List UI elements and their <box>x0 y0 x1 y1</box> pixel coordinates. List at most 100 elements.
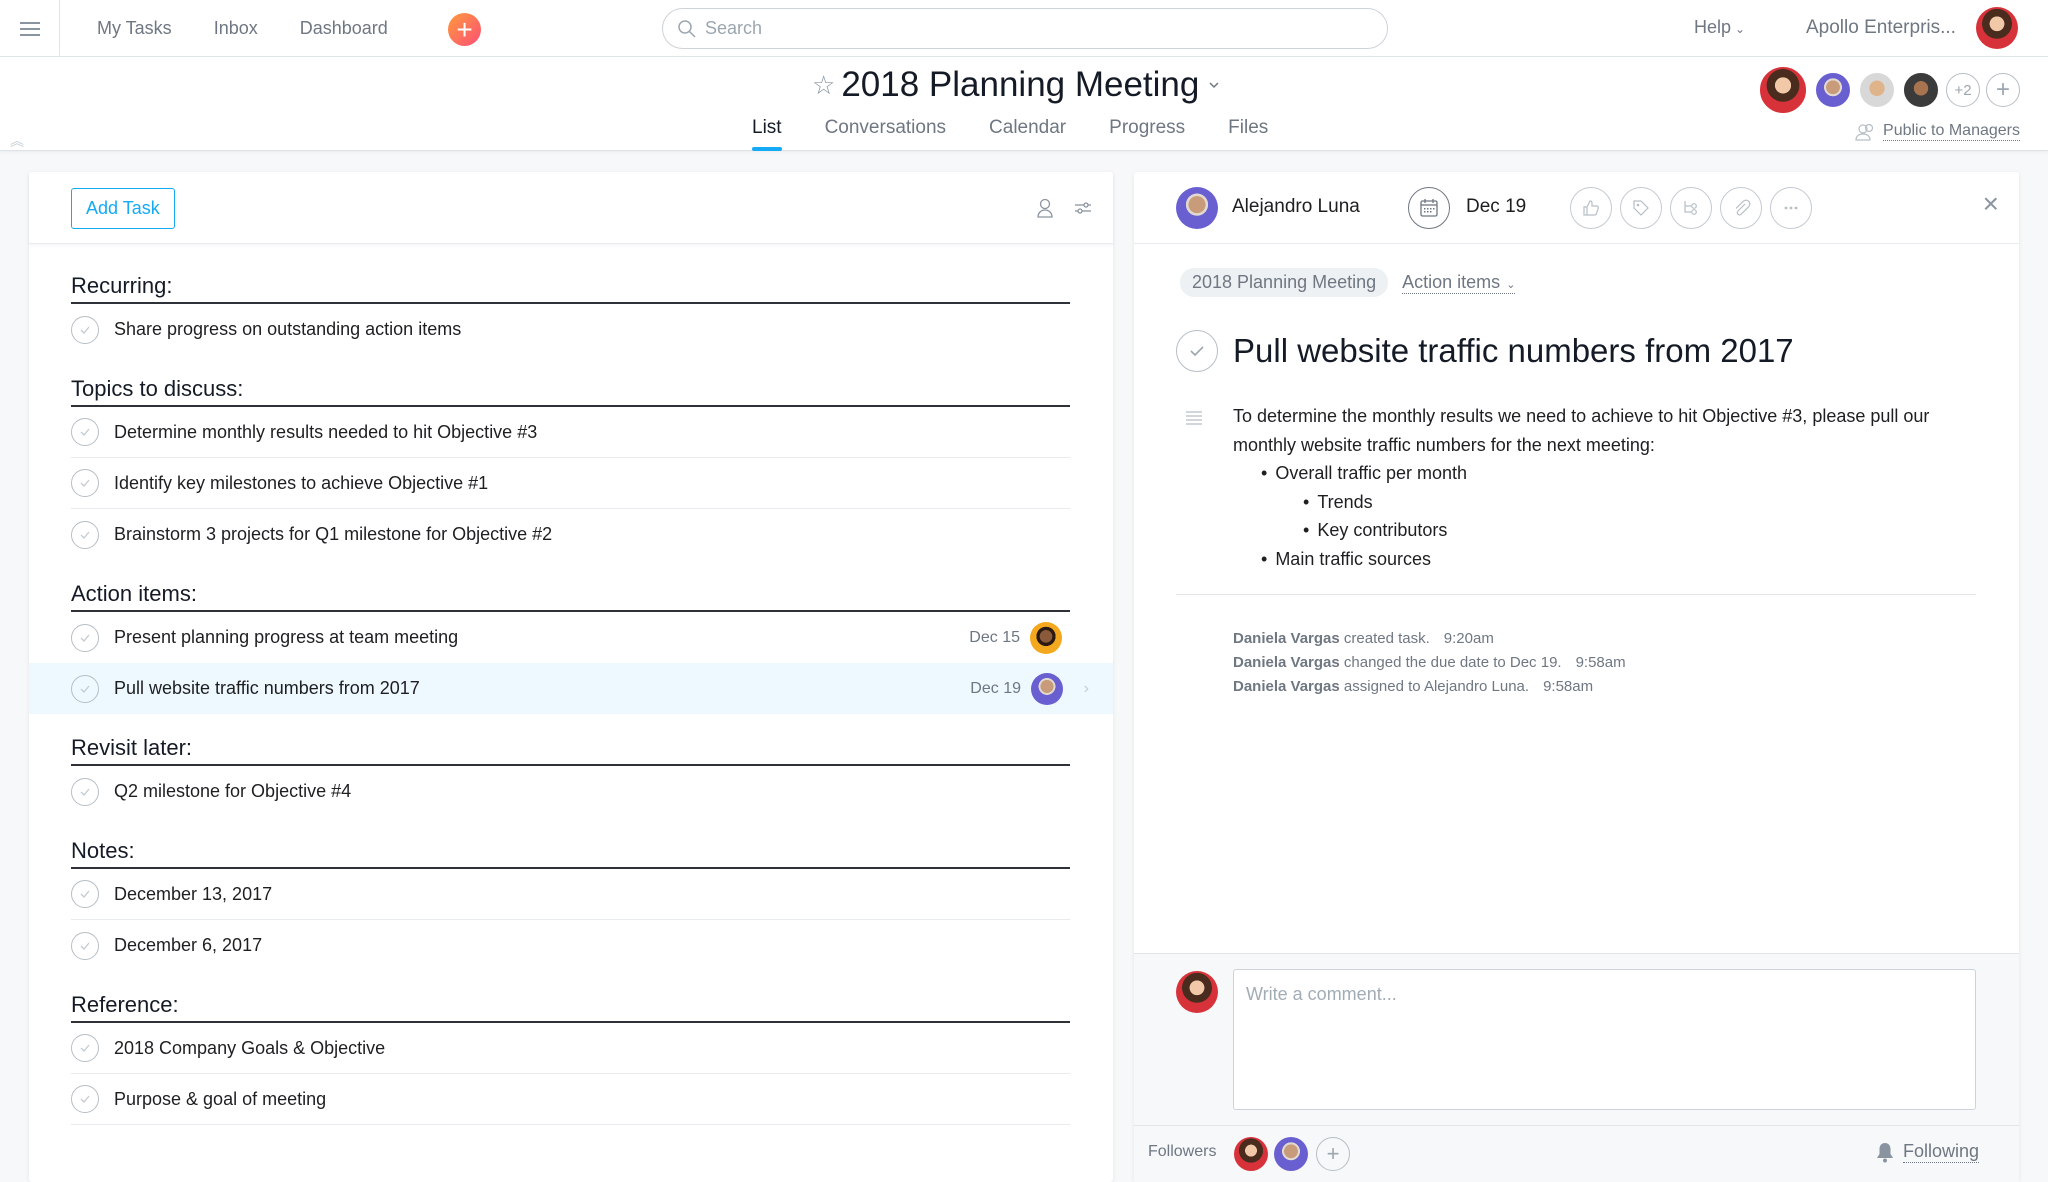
more-members-button[interactable]: +2 <box>1946 73 1980 107</box>
tag-icon <box>1633 200 1649 216</box>
story-actor[interactable]: Daniela Vargas <box>1233 678 1340 695</box>
complete-checkbox[interactable] <box>71 880 99 908</box>
section-header[interactable]: Topics to discuss: <box>71 355 1070 407</box>
privacy-setting[interactable]: Public to Managers <box>1855 122 2020 141</box>
section-header[interactable]: Action items: <box>71 560 1070 612</box>
task-row[interactable]: Present planning progress at team meetin… <box>71 612 1070 663</box>
story-actor[interactable]: Daniela Vargas <box>1233 654 1340 671</box>
task-name: Determine monthly results needed to hit … <box>114 421 538 442</box>
assignee-avatar[interactable] <box>1030 621 1062 654</box>
help-menu[interactable]: Help ⌄ <box>1694 17 1745 38</box>
comment-input[interactable] <box>1233 969 1976 1110</box>
complete-checkbox[interactable] <box>71 418 99 446</box>
story-actor[interactable]: Daniela Vargas <box>1233 630 1340 647</box>
paperclip-icon <box>1735 199 1751 216</box>
tab-calendar[interactable]: Calendar <box>989 117 1066 151</box>
quick-add-button[interactable]: + <box>448 13 481 46</box>
like-button[interactable] <box>1570 187 1612 229</box>
search-bar[interactable] <box>662 8 1388 49</box>
nav-inbox[interactable]: Inbox <box>214 18 258 39</box>
complete-checkbox[interactable] <box>71 469 99 497</box>
complete-checkbox[interactable] <box>71 1034 99 1062</box>
nav-dashboard[interactable]: Dashboard <box>300 18 388 39</box>
task-name: December 6, 2017 <box>114 935 263 955</box>
assignee-avatar[interactable] <box>1176 187 1218 229</box>
section-header[interactable]: Notes: <box>71 817 1070 869</box>
story-item: Daniela Vargas assigned to Alejandro Lun… <box>1233 675 1626 699</box>
task-row[interactable]: Determine monthly results needed to hit … <box>71 407 1070 458</box>
task-row[interactable]: Q2 milestone for Objective #4 <box>71 766 1070 817</box>
section-header[interactable]: Recurring: <box>71 252 1070 304</box>
complete-checkbox[interactable] <box>71 520 99 549</box>
task-detail-toolbar: Alejandro Luna Dec 19 × <box>1134 172 2019 244</box>
nav-my-tasks[interactable]: My Tasks <box>97 18 172 39</box>
section-picker[interactable]: Action items ⌄ <box>1402 272 1516 294</box>
follower-avatar[interactable] <box>1274 1137 1308 1171</box>
task-name: Purpose & goal of meeting <box>114 1088 327 1109</box>
tab-progress[interactable]: Progress <box>1109 117 1185 151</box>
check-icon <box>80 428 90 436</box>
add-follower-button[interactable]: + <box>1316 1137 1350 1171</box>
tag-button[interactable] <box>1620 187 1662 229</box>
org-switcher[interactable]: Apollo Enterpris... <box>1806 17 1956 39</box>
add-task-button[interactable]: Add Task <box>71 188 175 229</box>
user-avatar[interactable] <box>1976 7 2018 49</box>
tab-conversations[interactable]: Conversations <box>825 117 946 151</box>
section-title: Notes: <box>71 838 135 863</box>
section-title: Recurring: <box>71 273 173 298</box>
task-row[interactable]: 2018 Company Goals & Objective <box>71 1023 1070 1074</box>
search-input[interactable] <box>705 18 1387 39</box>
task-title[interactable]: Pull website traffic numbers from 2017 <box>1233 332 1794 370</box>
filter-sliders-icon[interactable] <box>1072 197 1094 219</box>
complete-task-button[interactable] <box>1176 330 1218 372</box>
member-avatar[interactable] <box>1814 71 1852 109</box>
due-date-value[interactable]: Dec 19 <box>1466 196 1526 218</box>
member-avatar[interactable] <box>1902 71 1940 109</box>
complete-checkbox[interactable] <box>71 777 99 806</box>
task-row[interactable]: Purpose & goal of meeting <box>71 1074 1070 1125</box>
follower-avatar[interactable] <box>1234 1137 1268 1171</box>
following-toggle[interactable]: Following <box>1875 1141 1979 1163</box>
task-list: Recurring: Share progress on outstanding… <box>29 252 1113 1125</box>
task-row[interactable]: Brainstorm 3 projects for Q1 milestone f… <box>71 509 1070 560</box>
member-avatar[interactable] <box>1758 65 1808 115</box>
task-row[interactable]: Identify key milestones to achieve Objec… <box>71 458 1070 509</box>
subtask-button[interactable] <box>1670 187 1712 229</box>
assignee-name[interactable]: Alejandro Luna <box>1232 196 1360 218</box>
chevron-right-icon: › <box>1083 679 1089 697</box>
collapse-header-icon[interactable]: ︽ <box>10 131 24 151</box>
followers-label: Followers <box>1148 1143 1217 1160</box>
task-row[interactable]: Share progress on outstanding action ite… <box>71 304 1070 355</box>
task-row[interactable]: December 6, 2017 <box>71 920 1070 971</box>
description-bullet: Main traffic sources <box>1233 545 1953 574</box>
complete-checkbox[interactable] <box>71 674 99 703</box>
assignee-filter-icon[interactable] <box>1034 197 1056 219</box>
section-header[interactable]: Reference: <box>71 971 1070 1023</box>
task-name: Brainstorm 3 projects for Q1 milestone f… <box>114 524 553 544</box>
task-due-date: Dec 15 <box>969 628 1020 646</box>
star-icon[interactable]: ☆ <box>812 70 835 101</box>
chevron-down-icon[interactable] <box>1207 78 1221 92</box>
tab-list[interactable]: List <box>752 117 782 151</box>
add-member-button[interactable]: + <box>1986 73 2020 107</box>
close-icon[interactable]: × <box>1983 190 1999 218</box>
project-pill[interactable]: 2018 Planning Meeting <box>1180 268 1389 297</box>
complete-checkbox[interactable] <box>71 315 99 344</box>
section-header[interactable]: Revisit later: <box>71 714 1070 766</box>
member-avatar[interactable] <box>1858 71 1896 109</box>
more-actions-button[interactable] <box>1770 187 1812 229</box>
attach-button[interactable] <box>1720 187 1762 229</box>
task-row[interactable]: December 13, 2017 <box>71 869 1070 920</box>
menu-icon <box>19 27 40 30</box>
complete-checkbox[interactable] <box>71 1085 99 1113</box>
task-row-selected[interactable]: Pull website traffic numbers from 2017 D… <box>29 663 1113 714</box>
activity-feed: Daniela Vargas created task. 9:20am Danie… <box>1233 627 1626 699</box>
task-list-toolbar: Add Task <box>29 172 1113 244</box>
hamburger-menu-button[interactable] <box>0 0 60 57</box>
task-description[interactable]: To determine the monthly results we need… <box>1233 402 1953 573</box>
complete-checkbox[interactable] <box>71 623 99 652</box>
assignee-avatar[interactable] <box>1031 672 1063 705</box>
complete-checkbox[interactable] <box>71 931 99 960</box>
tab-files[interactable]: Files <box>1228 117 1268 151</box>
due-date-button[interactable] <box>1408 187 1450 229</box>
